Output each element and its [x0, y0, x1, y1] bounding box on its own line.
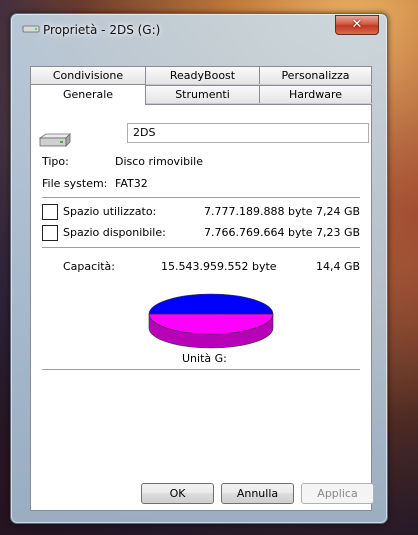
close-icon: ✕	[351, 17, 363, 32]
close-button[interactable]: ✕	[335, 15, 379, 35]
removable-drive-icon	[38, 133, 71, 147]
free-space-swatch	[42, 225, 58, 241]
drive-icon	[22, 25, 40, 33]
separator	[42, 369, 360, 370]
cancel-button[interactable]: Annulla	[221, 483, 294, 504]
separator	[42, 197, 360, 198]
free-space-gb: 7,23 GB	[316, 226, 361, 239]
drive-letter-label: Unità G:	[182, 352, 227, 365]
free-space-bytes: 7.766.769.664 byte	[204, 226, 313, 239]
used-space-gb: 7,24 GB	[316, 205, 361, 218]
capacity-label: Capacità:	[63, 260, 116, 273]
separator	[42, 247, 360, 248]
drive-name-input[interactable]: 2DS	[127, 123, 369, 143]
disk-usage-pie-chart	[148, 293, 274, 349]
tab-strumenti[interactable]: Strumenti	[145, 85, 260, 103]
tab-personalizza[interactable]: Personalizza	[259, 66, 372, 84]
type-value: Disco rimovibile	[115, 155, 203, 168]
tab-hardware[interactable]: Hardware	[259, 85, 372, 103]
properties-window: Proprietà - 2DS (G:) ✕ Condivisione Read…	[10, 13, 388, 524]
capacity-bytes: 15.543.959.552 byte	[161, 260, 277, 273]
tab-condivisione[interactable]: Condivisione	[30, 66, 146, 84]
window-title: Proprietà - 2DS (G:)	[43, 23, 161, 37]
tab-readyboost[interactable]: ReadyBoost	[145, 66, 260, 84]
apply-button[interactable]: Applica	[301, 483, 374, 504]
free-space-label: Spazio disponibile:	[63, 226, 166, 239]
used-space-swatch	[42, 204, 58, 220]
pie-used-slice	[148, 293, 274, 315]
filesystem-label: File system:	[42, 177, 108, 190]
capacity-gb: 14,4 GB	[316, 260, 361, 273]
dialog-client-area: Condivisione ReadyBoost Personalizza Gen…	[19, 44, 377, 514]
filesystem-value: FAT32	[115, 177, 148, 190]
pie-top	[148, 293, 274, 335]
used-space-label: Spazio utilizzato:	[63, 205, 157, 218]
ok-button[interactable]: OK	[141, 483, 214, 504]
title-bar[interactable]: Proprietà - 2DS (G:) ✕	[11, 14, 387, 42]
type-label: Tipo:	[42, 155, 69, 168]
used-space-bytes: 7.777.189.888 byte	[204, 205, 313, 218]
tab-generale[interactable]: Generale	[30, 84, 146, 105]
